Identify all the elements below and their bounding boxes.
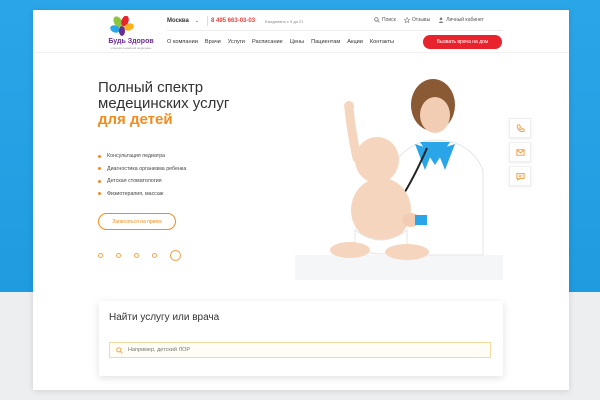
side-chat-button[interactable] xyxy=(509,166,531,186)
chat-icon xyxy=(515,172,525,181)
appointment-button[interactable]: Записаться на прием xyxy=(98,213,176,230)
top-link-reviews[interactable]: Отзывы xyxy=(403,17,431,23)
slide-dot-active[interactable] xyxy=(170,250,181,261)
list-item: Физиотерапия, массаж xyxy=(98,188,186,201)
mail-icon xyxy=(515,148,525,156)
nav-item-services[interactable]: Услуги xyxy=(228,39,245,45)
top-link-label: Отзывы xyxy=(411,17,431,23)
flower-logo-icon xyxy=(110,16,134,36)
chevron-down-icon: ⌄ xyxy=(194,18,200,24)
hero-title-accent: для детей xyxy=(98,111,173,128)
list-item: Детская стоматология xyxy=(98,175,186,188)
list-item-label: Диагностика организма ребенка xyxy=(107,165,187,172)
nav-item-about[interactable]: О компании xyxy=(167,39,198,45)
call-doctor-button[interactable]: Вызвать врача на дом xyxy=(423,35,502,49)
city-label: Москва xyxy=(167,18,189,24)
list-item: Консультация педиатра xyxy=(98,150,186,163)
nav-item-doctors[interactable]: Врачи xyxy=(205,39,221,45)
header-divider xyxy=(167,30,503,31)
hero-title-line1: Полный спектр xyxy=(98,79,204,96)
hero-title-line2: медецинских услуг xyxy=(98,95,230,112)
top-link-account[interactable]: Личный кабинет xyxy=(438,17,484,23)
search-input[interactable] xyxy=(128,347,328,353)
list-item-label: Физиотерапия, массаж xyxy=(107,190,164,197)
logo[interactable]: Будь Здоров клиника семейной медицины xyxy=(96,16,158,50)
hero-title: Полный спектр медецинских услуг для дете… xyxy=(98,80,298,128)
search-icon xyxy=(116,346,123,354)
search-icon xyxy=(374,17,380,23)
side-contact-bar xyxy=(509,118,531,186)
top-link-label: Личный кабинет xyxy=(446,17,484,23)
slide-dot[interactable] xyxy=(98,253,103,258)
website-window: Будь Здоров клиника семейной медицины Мо… xyxy=(33,10,569,390)
search-field[interactable] xyxy=(109,342,491,358)
top-links: Поиск Отзывы Личный кабинет xyxy=(374,17,484,23)
list-item-label: Консультация педиатра xyxy=(107,153,166,160)
city-selector[interactable]: Москва ⌄ xyxy=(167,18,199,24)
phone-number[interactable]: 8 495 663-03-03 xyxy=(211,18,255,24)
nav-item-promotions[interactable]: Акции xyxy=(347,39,363,45)
phone-icon xyxy=(516,123,525,132)
slide-dot[interactable] xyxy=(134,253,139,258)
brand-tagline: клиника семейной медицины xyxy=(110,46,152,50)
nav-item-prices[interactable]: Цены xyxy=(290,39,304,45)
nav-item-schedule[interactable]: Расписание xyxy=(252,39,283,45)
search-title: Найти услугу или врача xyxy=(109,312,220,323)
main-nav: О компании Врачи Услуги Расписание Цены … xyxy=(167,39,394,45)
side-mail-button[interactable] xyxy=(509,142,531,162)
bullet-dot xyxy=(98,179,101,183)
search-panel: Найти услугу или врача xyxy=(99,301,503,376)
slide-dot[interactable] xyxy=(116,253,121,258)
working-hours: Ежедневно с 9 до 21 xyxy=(265,19,304,24)
list-item: Диагностика организма ребенка xyxy=(98,163,186,176)
slider-pagination xyxy=(98,250,181,261)
nav-item-patients[interactable]: Пациентам xyxy=(311,39,340,45)
divider xyxy=(207,16,208,26)
side-phone-button[interactable] xyxy=(509,118,531,138)
brand-name: Будь Здоров xyxy=(108,38,154,45)
top-link-label: Поиск xyxy=(382,17,396,23)
header-bottom-border xyxy=(33,52,569,53)
bullet-dot xyxy=(98,192,101,196)
services-list: Консультация педиатра Диагностика органи… xyxy=(98,150,186,200)
top-link-search[interactable]: Поиск xyxy=(374,17,396,23)
bullet-dot xyxy=(98,167,101,171)
list-item-label: Детская стоматология xyxy=(107,178,162,185)
slide-dot[interactable] xyxy=(152,253,157,258)
star-icon xyxy=(403,17,410,23)
nav-item-contacts[interactable]: Контакты xyxy=(370,39,394,45)
doctor-with-baby-image xyxy=(295,79,503,280)
bullet-dot xyxy=(98,154,101,158)
user-icon xyxy=(438,17,444,23)
